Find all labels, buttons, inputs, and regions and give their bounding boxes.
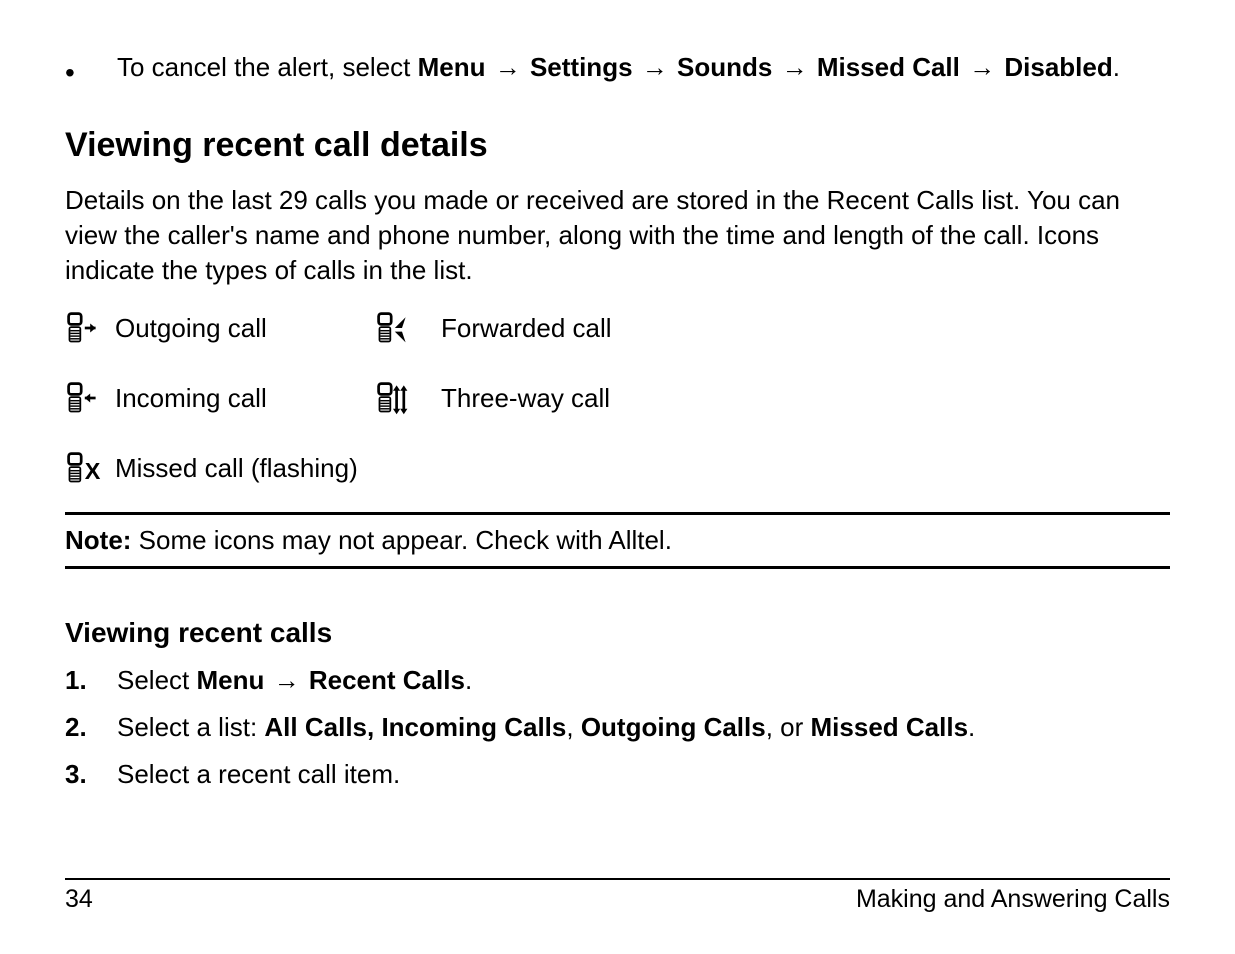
svg-text:X: X bbox=[85, 458, 101, 484]
sep: , or bbox=[766, 712, 811, 742]
step-text: Select Menu → Recent Calls. bbox=[117, 663, 472, 698]
path-disabled: Disabled bbox=[1004, 52, 1112, 82]
manual-page: To cancel the alert, select Menu → Setti… bbox=[0, 0, 1235, 954]
arrow-icon: → bbox=[640, 50, 670, 85]
step-trail: . bbox=[465, 665, 472, 695]
step-3: 3. Select a recent call item. bbox=[65, 757, 1170, 792]
step-bold-list: All Calls, Incoming Calls bbox=[264, 712, 566, 742]
steps-list: 1. Select Menu → Recent Calls. 2. Select… bbox=[65, 663, 1170, 792]
section-heading: Viewing recent call details bbox=[65, 126, 1170, 165]
path-missed-call: Missed Call bbox=[817, 52, 960, 82]
step-number: 3. bbox=[65, 757, 117, 792]
note-box: Note: Some icons may not appear. Check w… bbox=[65, 512, 1170, 569]
step-trail: . bbox=[968, 712, 975, 742]
bullet-text: To cancel the alert, select Menu → Setti… bbox=[117, 50, 1120, 92]
footer-rule bbox=[65, 878, 1170, 880]
path-settings: Settings bbox=[530, 52, 633, 82]
step-bold-2: Outgoing Calls bbox=[581, 712, 766, 742]
bullet-lead: To cancel the alert, select bbox=[117, 52, 418, 82]
step-number: 1. bbox=[65, 663, 117, 698]
step-bold-3: Missed Calls bbox=[811, 712, 969, 742]
step-lead: Select a list: bbox=[117, 712, 264, 742]
subsection-heading: Viewing recent calls bbox=[65, 617, 1170, 649]
step-bold: Menu bbox=[197, 665, 265, 695]
chapter-title: Making and Answering Calls bbox=[856, 885, 1170, 914]
outgoing-call-label: Outgoing call bbox=[115, 313, 375, 344]
path-sounds: Sounds bbox=[677, 52, 772, 82]
call-type-legend: Outgoing call Forwarded call bbox=[65, 310, 1170, 486]
arrow-icon: → bbox=[272, 663, 302, 698]
bullet-trail: . bbox=[1113, 52, 1120, 82]
arrow-icon: → bbox=[493, 50, 523, 85]
step-lead: Select a recent call item. bbox=[117, 759, 400, 789]
intro-paragraph: Details on the last 29 calls you made or… bbox=[65, 183, 1170, 288]
step-2: 2. Select a list: All Calls, Incoming Ca… bbox=[65, 710, 1170, 745]
sep: , bbox=[566, 712, 580, 742]
arrow-icon: → bbox=[967, 50, 997, 85]
forwarded-call-label: Forwarded call bbox=[441, 313, 1170, 344]
incoming-call-icon bbox=[65, 380, 115, 416]
path-menu: Menu bbox=[418, 52, 486, 82]
note-label: Note: bbox=[65, 525, 131, 555]
step-number: 2. bbox=[65, 710, 117, 745]
forwarded-call-icon bbox=[375, 310, 441, 346]
page-number: 34 bbox=[65, 885, 93, 914]
missed-call-label: Missed call (flashing) bbox=[115, 453, 375, 484]
step-1: 1. Select Menu → Recent Calls. bbox=[65, 663, 1170, 698]
step-lead: Select bbox=[117, 665, 197, 695]
step-bold-2: Recent Calls bbox=[309, 665, 465, 695]
step-text: Select a recent call item. bbox=[117, 757, 400, 792]
step-text: Select a list: All Calls, Incoming Calls… bbox=[117, 710, 975, 745]
incoming-call-label: Incoming call bbox=[115, 383, 375, 414]
cancel-alert-bullet: To cancel the alert, select Menu → Setti… bbox=[65, 50, 1170, 92]
arrow-icon: → bbox=[780, 50, 810, 85]
note-text: Some icons may not appear. Check with Al… bbox=[131, 525, 672, 555]
three-way-call-label: Three-way call bbox=[441, 383, 1170, 414]
three-way-call-icon bbox=[375, 380, 441, 416]
missed-call-icon: X bbox=[65, 450, 115, 486]
page-footer: 34 Making and Answering Calls bbox=[65, 885, 1170, 914]
outgoing-call-icon bbox=[65, 310, 115, 346]
bullet-dot-icon bbox=[65, 50, 117, 92]
